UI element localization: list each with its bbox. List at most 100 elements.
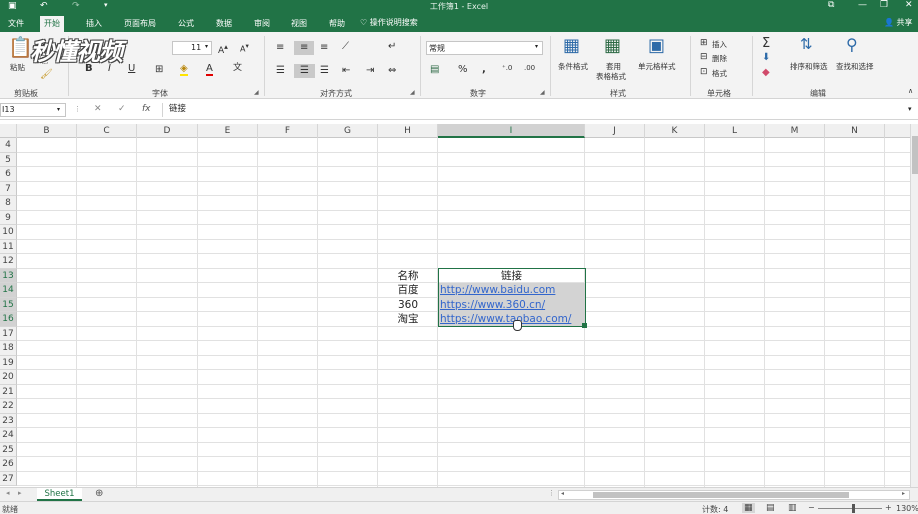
font-size-select[interactable]: 11 ▾ [172,41,212,55]
page-break-view-icon[interactable]: ▥ [788,503,797,513]
shrink-font-icon[interactable]: A▾ [240,43,249,54]
row-header-24[interactable]: 24 [0,428,17,443]
bold-icon[interactable]: B [85,64,93,74]
zoom-out-icon[interactable]: − [808,503,815,512]
comma-style-icon[interactable]: , [482,65,486,75]
row-header-19[interactable]: 19 [0,355,17,370]
share-button[interactable]: 👤 共享 [884,17,913,28]
expand-formula-icon[interactable]: ▾ [908,105,912,113]
row-header-13[interactable]: 13 [0,268,17,283]
more-options-icon[interactable]: ⋮ [74,105,81,113]
accounting-format-icon[interactable]: ▤ [430,65,439,75]
row-header-26[interactable]: 26 [0,457,17,472]
select-all-corner[interactable] [0,124,17,138]
row-header-15[interactable]: 15 [0,297,17,312]
chevron-down-icon[interactable]: ▾ [57,104,60,116]
orientation-icon[interactable]: ⟋ [342,42,349,52]
cell-i15[interactable]: https://www.360.cn/ [438,298,545,312]
align-left-icon[interactable]: ☰ [276,66,285,76]
increase-indent-icon[interactable]: ⇥ [366,66,374,76]
scroll-left-icon[interactable]: ◂ [6,489,10,497]
row-header-20[interactable]: 20 [0,370,17,385]
tab-home[interactable]: 开始 [40,16,64,32]
horizontal-scroll-thumb[interactable] [593,492,849,498]
insert-function-icon[interactable]: fx [142,104,151,114]
format-cells-label[interactable]: 格式 [712,68,727,79]
phonetic-icon[interactable]: 文 [233,64,242,73]
align-right-icon[interactable]: ☰ [320,66,329,76]
align-top-icon[interactable]: ≡ [276,43,284,53]
format-as-table-label-2[interactable]: 表格格式 [596,71,626,82]
cell-i14[interactable]: http://www.baidu.com [438,283,555,297]
add-sheet-icon[interactable]: ⊕ [95,488,103,499]
sort-filter-icon[interactable]: ⇅ [800,37,813,52]
column-header-i[interactable]: I [438,124,585,138]
page-layout-view-icon[interactable]: ▤ [766,503,775,513]
delete-cells-label[interactable]: 删除 [712,53,727,64]
align-center-icon[interactable]: ☰ [294,64,315,78]
column-header-f[interactable]: F [258,124,318,138]
format-as-table-icon[interactable]: ▦ [604,37,621,55]
zoom-in-icon[interactable]: + [885,503,892,512]
find-select-icon[interactable]: ⚲ [846,37,858,53]
tab-review[interactable]: 审阅 [250,16,274,32]
increase-decimal-icon[interactable]: ⁺.0 [502,65,512,72]
scroll-left-arrow-icon[interactable]: ◂ [561,490,564,497]
row-header-7[interactable]: 7 [0,181,17,196]
row-header-16[interactable]: 16 [0,312,17,327]
font-color-icon[interactable]: A [206,64,213,76]
enter-icon[interactable]: ✓ [118,104,126,114]
name-box[interactable]: I13 ▾ [0,103,66,117]
zoom-slider[interactable] [818,508,882,509]
tab-file[interactable]: 文件 [4,16,28,32]
vertical-scrollbar[interactable] [910,124,918,487]
row-header-6[interactable]: 6 [0,167,17,182]
column-header-c[interactable]: C [77,124,137,138]
close-icon[interactable]: ✕ [905,0,913,10]
number-format-select[interactable]: 常规 ▾ [426,41,543,55]
decrease-indent-icon[interactable]: ⇤ [342,66,350,76]
row-header-17[interactable]: 17 [0,326,17,341]
scroll-right-icon[interactable]: ▸ [18,489,22,497]
grow-font-icon[interactable]: A▴ [218,43,228,56]
minimize-icon[interactable]: — [858,0,867,10]
font-dialog-launcher-icon[interactable]: ◢ [254,89,259,96]
underline-icon[interactable]: U [128,64,135,74]
row-header-9[interactable]: 9 [0,210,17,225]
row-header-10[interactable]: 10 [0,225,17,240]
row-header-8[interactable]: 8 [0,196,17,211]
row-header-11[interactable]: 11 [0,239,17,254]
decrease-decimal-icon[interactable]: .00 [524,65,535,72]
cell-h15[interactable]: 360 [378,298,438,312]
tab-formulas[interactable]: 公式 [174,16,198,32]
column-header-d[interactable]: D [137,124,198,138]
vertical-scroll-thumb[interactable] [912,136,918,174]
zoom-level[interactable]: 130% [896,504,918,513]
worksheet-grid[interactable]: BCDEFGHIJKLMN 4 5 6 7 8 9 10 11 12 13 14 15 16 17 18 19… [0,124,910,487]
scroll-right-arrow-icon[interactable]: ▸ [902,490,905,497]
merge-center-icon[interactable]: ⇔ [388,66,396,76]
cell-i13[interactable]: 链接 [438,269,585,283]
column-header-l[interactable]: L [705,124,765,138]
alignment-dialog-launcher-icon[interactable]: ◢ [410,89,415,96]
collapse-ribbon-icon[interactable]: ∧ [908,88,913,95]
insert-cells-label[interactable]: 插入 [712,39,727,50]
borders-icon[interactable]: ⊞ [155,65,163,75]
formula-input[interactable]: 链接 [162,103,914,117]
align-bottom-icon[interactable]: ≡ [320,43,328,53]
column-header-n[interactable]: N [825,124,885,138]
delete-cells-icon[interactable]: ⊟ [700,53,708,62]
horizontal-scrollbar[interactable]: ◂ ▸ [558,490,910,500]
insert-cells-icon[interactable]: ⊞ [700,39,708,48]
row-header-18[interactable]: 18 [0,341,17,356]
tab-split-icon[interactable]: ⋮ [548,489,555,497]
zoom-slider-thumb[interactable] [852,504,855,513]
format-painter-icon[interactable]: 🖌 [40,70,53,80]
restore-icon[interactable]: ❐ [880,0,888,10]
row-header-21[interactable]: 21 [0,384,17,399]
wrap-text-icon[interactable]: ↵ [388,42,396,52]
fill-handle[interactable] [582,323,587,328]
row-header-27[interactable]: 27 [0,471,17,486]
tab-page-layout[interactable]: 页面布局 [120,16,160,32]
row-header-5[interactable]: 5 [0,152,17,167]
